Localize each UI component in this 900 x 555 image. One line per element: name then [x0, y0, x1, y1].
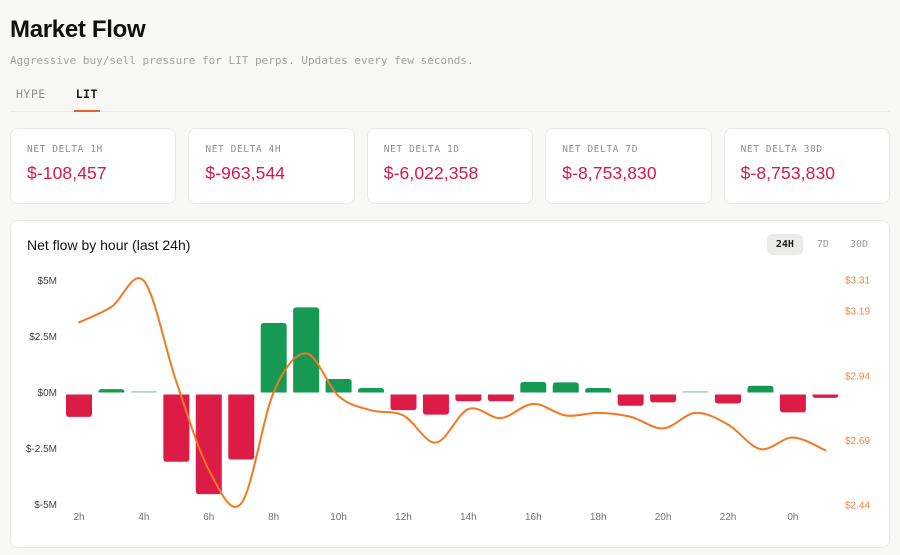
- stat-value: $-963,544: [205, 163, 337, 184]
- stat-label: NET DELTA 1D: [384, 144, 516, 155]
- stat-label: NET DELTA 1H: [27, 144, 159, 155]
- stat-label: NET DELTA 4H: [205, 144, 337, 155]
- net-flow-bar-5h[interactable]: [163, 395, 189, 462]
- x-axis-tick: 4h: [138, 512, 149, 523]
- net-flow-bar-18h[interactable]: [585, 388, 611, 392]
- net-flow-chart[interactable]: $5M $2.5M $0M $-2.5M $-5M $3.31 $3.19 $2.94 $2.6…: [11, 258, 890, 530]
- net-flow-bar-21h[interactable]: [683, 391, 709, 392]
- net-flow-bar-3h[interactable]: [98, 389, 124, 392]
- x-axis-tick: 18h: [590, 512, 607, 523]
- x-axis-tick: 14h: [460, 512, 477, 523]
- range-button-7d[interactable]: 7D: [810, 234, 836, 255]
- right-axis-tick: $2.44: [845, 501, 870, 512]
- panel-header: Net flow by hour (last 24h) 24H 7D 30D: [11, 221, 889, 258]
- x-axis-tick: 6h: [203, 512, 214, 523]
- left-axis-tick: $0M: [38, 388, 57, 399]
- x-axis-tick: 0h: [787, 512, 798, 523]
- left-axis-tick: $-2.5M: [26, 444, 57, 455]
- range-button-24h[interactable]: 24H: [767, 234, 803, 255]
- stat-value: $-108,457: [27, 163, 159, 184]
- net-flow-bar-9h[interactable]: [293, 307, 319, 392]
- stat-value: $-8,753,830: [741, 163, 873, 184]
- net-flow-bar-0h[interactable]: [780, 395, 806, 413]
- x-axis-tick: 20h: [655, 512, 672, 523]
- stat-value: $-8,753,830: [562, 163, 694, 184]
- net-flow-bar-23h[interactable]: [747, 386, 773, 393]
- page-title: Market Flow: [10, 16, 890, 44]
- net-flow-bar-17h[interactable]: [553, 382, 579, 392]
- net-flow-bar-14h[interactable]: [455, 395, 481, 402]
- net-flow-bar-12h[interactable]: [391, 395, 417, 411]
- net-flow-bar-7h[interactable]: [228, 395, 254, 460]
- right-axis-tick: $2.69: [845, 436, 870, 447]
- stat-card-net-delta-4h: NET DELTA 4H $-963,544: [188, 128, 354, 204]
- stat-label: NET DELTA 7D: [562, 144, 694, 155]
- x-axis-tick: 8h: [268, 512, 279, 523]
- right-axis-tick: $3.31: [845, 276, 870, 287]
- x-axis-tick: 22h: [720, 512, 737, 523]
- left-axis-tick: $2.5M: [29, 332, 57, 343]
- stat-card-net-delta-1d: NET DELTA 1D $-6,022,358: [367, 128, 533, 204]
- market-flow-page: Market Flow Aggressive buy/sell pressure…: [0, 0, 900, 555]
- net-flow-bar-1h[interactable]: [812, 395, 838, 398]
- right-axis-tick: $3.19: [845, 307, 870, 318]
- net-flow-bar-22h[interactable]: [715, 395, 741, 404]
- net-flow-panel: Net flow by hour (last 24h) 24H 7D 30D $…: [10, 220, 890, 548]
- tab-hype[interactable]: HYPE: [14, 83, 48, 111]
- x-axis-tick: 16h: [525, 512, 542, 523]
- net-flow-bar-10h[interactable]: [326, 379, 352, 392]
- net-flow-bar-13h[interactable]: [423, 395, 449, 415]
- tab-lit[interactable]: LIT: [74, 83, 100, 112]
- net-flow-bar-2h[interactable]: [66, 395, 92, 417]
- stat-card-net-delta-1h: NET DELTA 1H $-108,457: [10, 128, 176, 204]
- stat-card-net-delta-30d: NET DELTA 30D $-8,753,830: [724, 128, 890, 204]
- chart-title: Net flow by hour (last 24h): [27, 237, 190, 253]
- left-axis-tick: $-5M: [34, 500, 57, 511]
- net-flow-bar-4h[interactable]: [131, 391, 157, 392]
- net-flow-bar-11h[interactable]: [358, 388, 384, 392]
- x-axis-tick: 2h: [73, 512, 84, 523]
- net-flow-bar-8h[interactable]: [261, 323, 287, 392]
- net-flow-bar-6h[interactable]: [196, 395, 222, 495]
- x-axis-tick: 10h: [330, 512, 347, 523]
- page-subtitle: Aggressive buy/sell pressure for LIT per…: [10, 54, 890, 67]
- range-button-30d[interactable]: 30D: [843, 234, 875, 255]
- left-axis-tick: $5M: [38, 276, 57, 287]
- right-axis-tick: $2.94: [845, 371, 870, 382]
- net-flow-bar-19h[interactable]: [618, 395, 644, 406]
- net-flow-bar-20h[interactable]: [650, 395, 676, 403]
- price-line: [79, 278, 825, 507]
- net-flow-bar-15h[interactable]: [488, 395, 514, 402]
- stat-value: $-6,022,358: [384, 163, 516, 184]
- stat-card-net-delta-7d: NET DELTA 7D $-8,753,830: [545, 128, 711, 204]
- asset-tabs: HYPE LIT: [10, 83, 890, 112]
- net-flow-bar-16h[interactable]: [520, 382, 546, 393]
- net-delta-cards: NET DELTA 1H $-108,457 NET DELTA 4H $-96…: [10, 128, 890, 204]
- range-toggle: 24H 7D 30D: [767, 234, 875, 255]
- stat-label: NET DELTA 30D: [741, 144, 873, 155]
- x-axis-tick: 12h: [395, 512, 412, 523]
